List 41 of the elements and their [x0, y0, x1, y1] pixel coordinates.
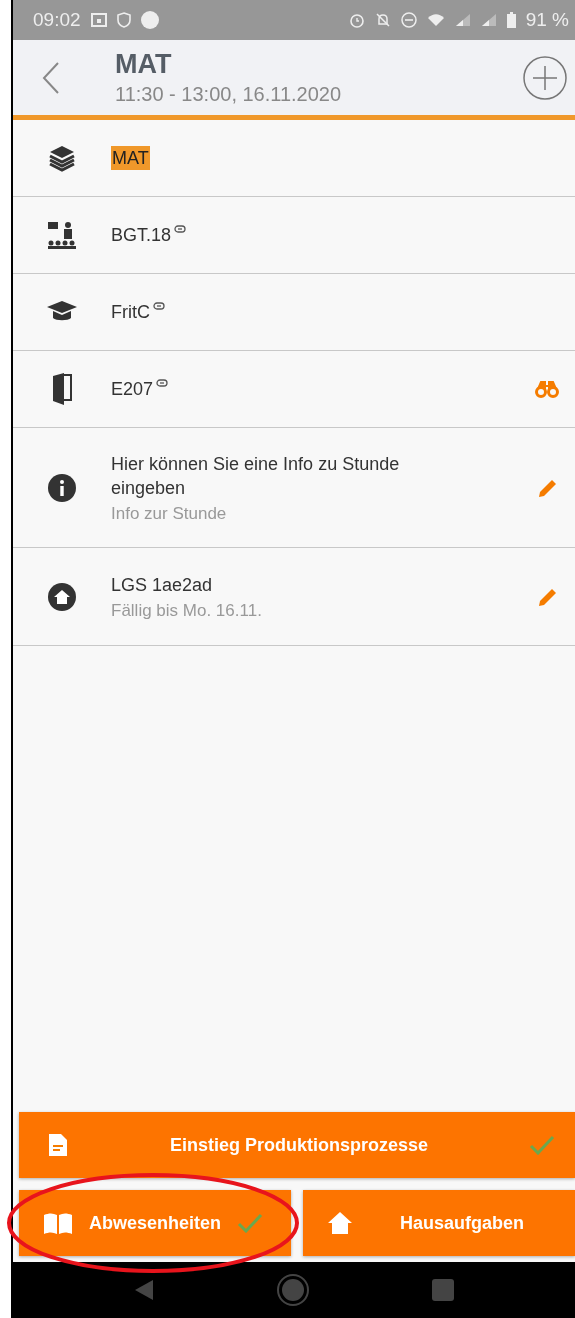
home-nav-icon[interactable] [277, 1274, 309, 1306]
battery-level: 91 % [525, 9, 569, 31]
detail-row[interactable]: E207 [13, 351, 575, 428]
status-time: 09:02 [33, 9, 81, 31]
row-text: FritC [111, 301, 150, 324]
checkmark-icon [237, 1213, 264, 1233]
row-subtitle: Fällig bis Mo. 16.11. [111, 600, 263, 621]
row-text: Hier können Sie eine Info zu Stunde eingeben [111, 452, 401, 500]
shield-icon [116, 12, 131, 28]
row-text: E207 [111, 378, 154, 401]
alarm-icon [348, 12, 365, 28]
signal-icon [480, 13, 497, 27]
do-not-disturb-icon [400, 12, 417, 28]
binoculars-icon[interactable] [535, 380, 559, 398]
detail-row[interactable]: MAT [13, 120, 575, 197]
detail-row[interactable]: FritC [13, 274, 575, 351]
signal-icon [454, 13, 471, 27]
wifi-icon [426, 13, 445, 27]
home-icon [48, 582, 76, 611]
info-icon [48, 473, 76, 502]
row-subtitle: Info zur Stunde [111, 503, 228, 524]
document-icon [47, 1132, 69, 1158]
circle-icon [140, 11, 159, 29]
detail-row[interactable]: BGT.18 [13, 197, 575, 274]
detail-row[interactable]: Hier können Sie eine Info zu Stunde eingeben Info zur Stunde [13, 428, 575, 548]
home-icon [327, 1211, 353, 1235]
battery-icon [506, 12, 516, 28]
row-text: BGT.18 [111, 224, 172, 247]
recents-nav-icon[interactable] [431, 1279, 454, 1301]
add-button[interactable] [523, 55, 567, 100]
checkmark-icon [529, 1135, 555, 1155]
door-icon [50, 372, 74, 406]
classroom-icon [46, 219, 78, 251]
calendar-icon [90, 13, 107, 27]
lesson-time: 11:30 - 13:00, 16.11.2020 [115, 83, 343, 106]
lesson-title: MAT [115, 49, 173, 80]
detail-row[interactable]: LGS 1ae2ad Fällig bis Mo. 16.11. [13, 548, 575, 646]
row-text: MAT [111, 146, 150, 170]
bell-off-icon [374, 12, 391, 28]
row-text: LGS 1ae2ad [111, 573, 213, 597]
back-nav-icon[interactable] [134, 1279, 155, 1301]
